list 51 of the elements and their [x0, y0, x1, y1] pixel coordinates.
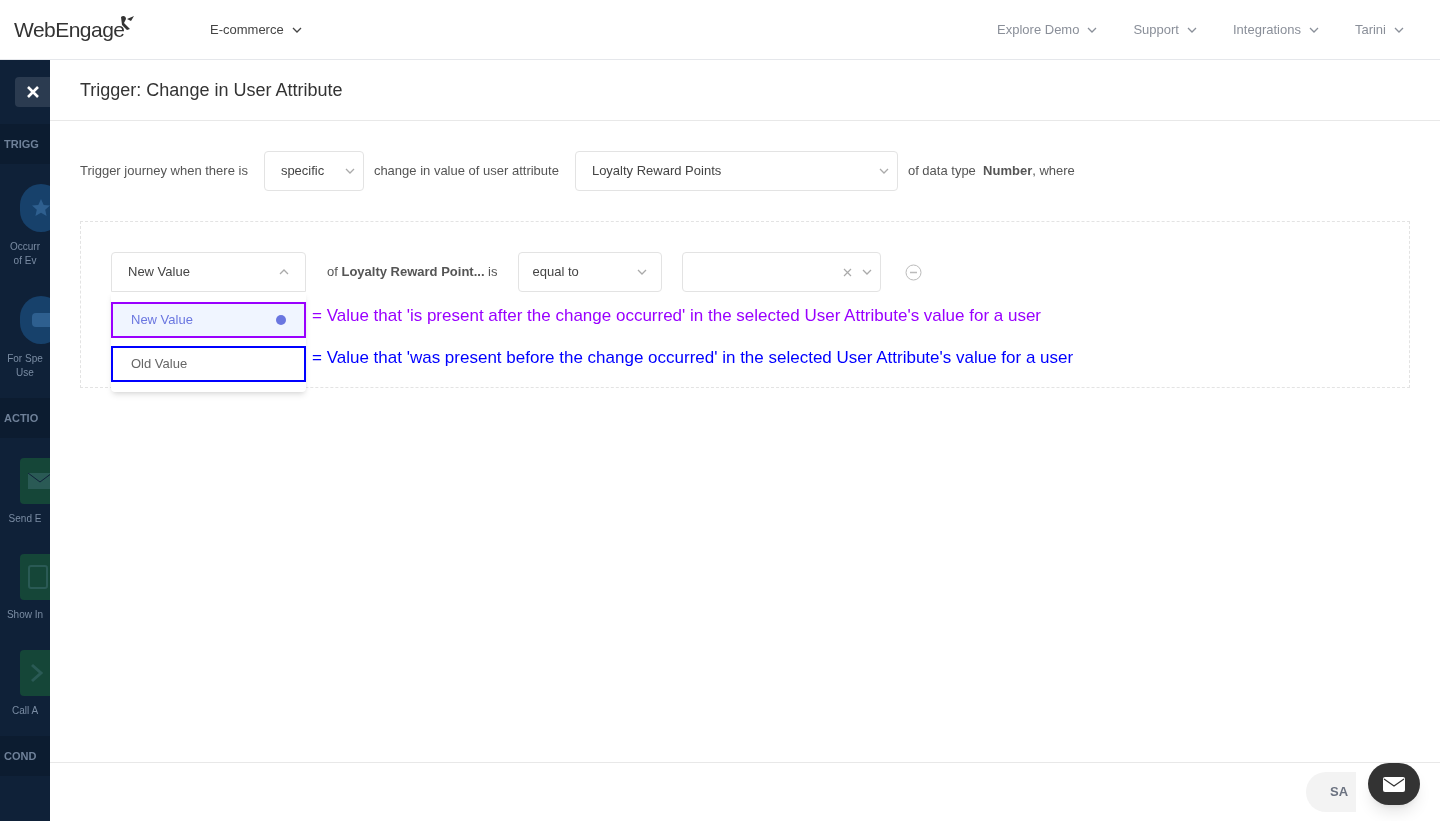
- chevron-down-icon: [1308, 26, 1319, 33]
- attribute-text: of Loyalty Reward Point... is: [327, 263, 498, 282]
- chevron-down-icon: [1394, 26, 1404, 33]
- value-select[interactable]: New Value: [111, 252, 306, 292]
- chevron-down-icon: [1187, 26, 1197, 33]
- remove-icon[interactable]: [904, 263, 922, 281]
- logo-text: WebEngage: [14, 16, 125, 43]
- chevron-down-icon: [878, 168, 889, 174]
- sentence-text: of data type Number, where: [907, 162, 1075, 181]
- tablet-icon: [20, 554, 50, 600]
- section-heading: COND: [4, 748, 37, 764]
- operator-select[interactable]: equal to: [517, 252, 662, 292]
- item-label: of Ev: [13, 254, 37, 268]
- chevron-right-icon: [20, 650, 50, 696]
- chevron-down-icon: [861, 269, 872, 275]
- save-button[interactable]: SA: [1306, 772, 1356, 812]
- dialog-title: Trigger: Change in User Attribute: [80, 78, 343, 102]
- item-label: Occurr: [10, 240, 40, 254]
- nav-menu[interactable]: Explore Demo: [997, 19, 1098, 40]
- item-label: Show In: [6, 608, 44, 622]
- close-icon: [25, 85, 40, 99]
- value-input-field[interactable]: [681, 252, 881, 292]
- item-label: Send E: [8, 512, 42, 526]
- item-label: Call A: [11, 704, 39, 718]
- dropdown-option[interactable]: New Value: [111, 302, 306, 338]
- sentence-text: change in value of user attribute: [373, 162, 559, 181]
- close-button[interactable]: [15, 77, 50, 107]
- section-heading: ACTIO: [4, 410, 39, 426]
- csv-file-icon: [20, 296, 50, 344]
- chevron-down-icon: [1087, 26, 1098, 33]
- nav-menu[interactable]: Support: [1133, 19, 1197, 40]
- envelope-icon: [1383, 776, 1405, 792]
- annotation-text: = Value that 'was present before the change occurred' in the selected User Attribute's value for a user: [312, 347, 1074, 370]
- nav-menu[interactable]: Integrations: [1233, 19, 1319, 40]
- chat-button[interactable]: [1368, 763, 1420, 805]
- chevron-down-icon: [291, 26, 302, 33]
- chevron-down-icon: [636, 269, 647, 275]
- sentence-text: Trigger journey when there is: [80, 162, 248, 181]
- chevron-down-icon: [344, 168, 355, 174]
- dropdown-option[interactable]: Old Value: [111, 346, 306, 382]
- section-heading: TRIGG: [4, 136, 39, 152]
- clear-icon[interactable]: [842, 267, 852, 277]
- sidebar-item[interactable]: Call A: [0, 630, 50, 726]
- select-field[interactable]: specific: [263, 151, 364, 191]
- select-field[interactable]: Loyalty Reward Points: [574, 151, 898, 191]
- annotation-text: = Value that 'is present after the change occurred' in the selected User Attribute's value for a user: [312, 305, 1043, 328]
- item-label: For Spe: [7, 352, 43, 366]
- chevron-up-icon: [279, 269, 289, 275]
- project-dropdown[interactable]: E-commerce: [210, 19, 302, 40]
- nav-menu[interactable]: Tarini: [1354, 19, 1404, 40]
- item-label: Use: [16, 366, 34, 380]
